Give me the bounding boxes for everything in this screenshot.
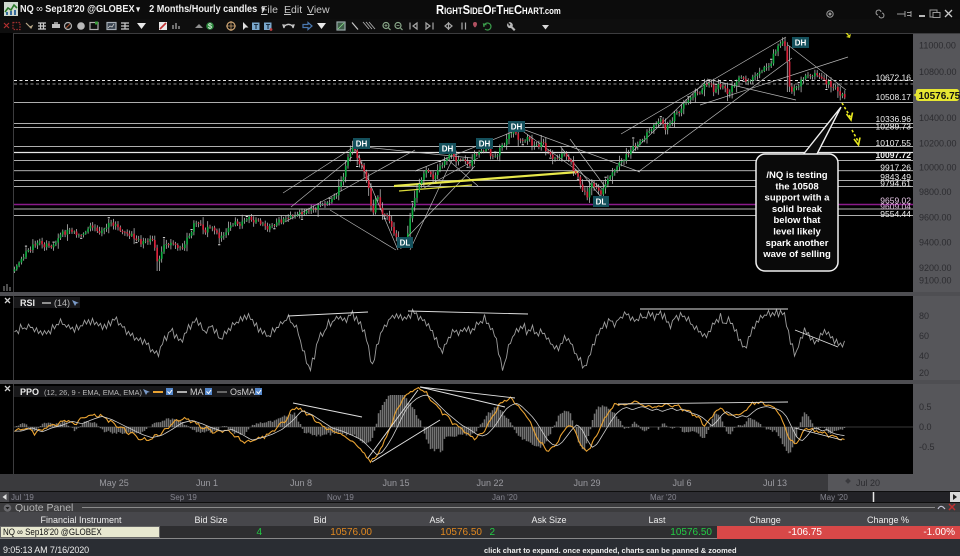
svg-text:DH: DH	[479, 140, 491, 149]
svg-text:wave of selling: wave of selling	[762, 249, 831, 260]
svg-text:Jul 20: Jul 20	[856, 478, 880, 488]
svg-text:10576.75: 10576.75	[919, 91, 960, 102]
svg-text:Jun 22: Jun 22	[476, 478, 503, 488]
svg-text:9400.00: 9400.00	[919, 238, 952, 248]
svg-text:Jan '20: Jan '20	[492, 493, 518, 502]
svg-text:9600.00: 9600.00	[919, 213, 952, 223]
svg-text:spark another: spark another	[766, 238, 829, 249]
svg-text:40: 40	[919, 351, 929, 361]
svg-text:10107.55: 10107.55	[876, 138, 912, 148]
svg-text:DH: DH	[356, 140, 368, 149]
svg-text:May 25: May 25	[99, 478, 129, 488]
svg-text:(12, 26, 9 - EMA, EMA, EMA): (12, 26, 9 - EMA, EMA, EMA)	[44, 388, 142, 397]
svg-text:DL: DL	[596, 198, 607, 207]
svg-text:/NQ is testing: /NQ is testing	[766, 170, 827, 181]
svg-text:0.0: 0.0	[919, 422, 932, 432]
svg-text:Jul 13: Jul 13	[763, 478, 787, 488]
svg-text:9800.00: 9800.00	[919, 187, 952, 197]
svg-text:0.5: 0.5	[919, 402, 932, 412]
svg-text:MA: MA	[190, 387, 204, 397]
svg-text:Mar '20: Mar '20	[650, 493, 677, 502]
svg-text:Jul 6: Jul 6	[672, 478, 691, 488]
svg-text:solid break: solid break	[772, 204, 823, 215]
svg-text:level likely: level likely	[773, 227, 821, 238]
svg-text:60: 60	[919, 331, 929, 341]
svg-text:DL: DL	[400, 239, 411, 248]
svg-text:Sep '19: Sep '19	[170, 493, 197, 502]
svg-text:T: T	[254, 24, 259, 31]
svg-text:9554.44: 9554.44	[880, 209, 911, 219]
svg-text:10800.00: 10800.00	[919, 67, 957, 77]
svg-text:9794.61: 9794.61	[880, 179, 911, 189]
svg-text:9100.00: 9100.00	[919, 276, 952, 286]
svg-text:10097.72: 10097.72	[876, 150, 912, 160]
svg-text:10400.00: 10400.00	[919, 113, 957, 123]
svg-text:PPO: PPO	[20, 387, 39, 397]
svg-text:Jun 15: Jun 15	[382, 478, 409, 488]
svg-text:11000.00: 11000.00	[919, 41, 956, 51]
svg-text:$: $	[208, 24, 212, 31]
svg-text:below that: below that	[774, 215, 822, 226]
svg-text:20: 20	[919, 368, 929, 378]
svg-text:9200.00: 9200.00	[919, 263, 952, 273]
svg-text:10000.00: 10000.00	[919, 163, 957, 173]
svg-text:(14): (14)	[54, 298, 70, 308]
svg-text:Jun 1: Jun 1	[196, 478, 218, 488]
svg-text:Jun 29: Jun 29	[573, 478, 600, 488]
svg-text:DH: DH	[442, 145, 454, 154]
svg-text:DH: DH	[795, 39, 807, 48]
svg-text:Nov '19: Nov '19	[327, 493, 354, 502]
svg-text:May '20: May '20	[820, 493, 848, 502]
svg-text:10289.73: 10289.73	[876, 122, 912, 132]
svg-text:RSI: RSI	[20, 298, 35, 308]
svg-text:10672.16: 10672.16	[876, 73, 912, 83]
svg-text:OsMA: OsMA	[230, 387, 255, 397]
svg-text:DH: DH	[511, 123, 523, 132]
svg-text:10508.17: 10508.17	[876, 92, 912, 102]
svg-text:-0.5: -0.5	[919, 442, 935, 452]
svg-text:80: 80	[919, 311, 929, 321]
svg-text:Jun 8: Jun 8	[290, 478, 312, 488]
svg-text:support with a: support with a	[765, 193, 831, 204]
svg-text:9917.26: 9917.26	[880, 162, 911, 172]
svg-text:the 10508: the 10508	[775, 181, 818, 192]
svg-text:10200.00: 10200.00	[919, 139, 957, 149]
